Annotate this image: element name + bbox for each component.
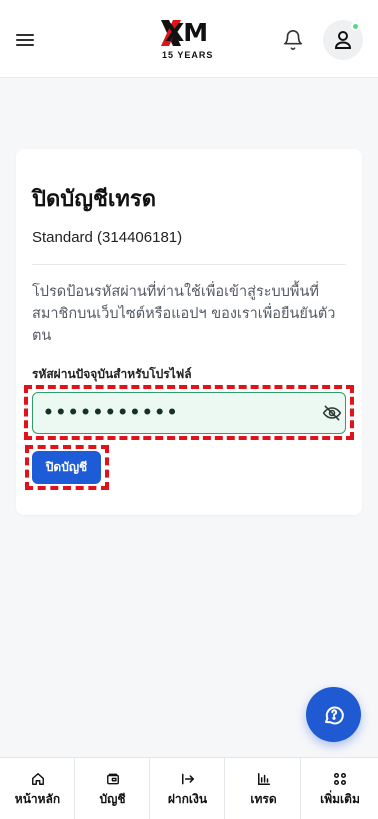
eye-off-icon[interactable] — [322, 403, 342, 423]
logo-text: XM — [165, 18, 208, 47]
password-input[interactable] — [43, 393, 313, 432]
nav-home-label: หน้าหลัก — [14, 792, 61, 806]
nav-deposit[interactable]: ฝากเงิน — [150, 758, 225, 819]
deposit-arrow-icon — [150, 771, 225, 787]
account-info: Standard (314406181) — [32, 229, 183, 246]
nav-accounts[interactable]: บัญชี — [75, 758, 150, 819]
instruction-text: โปรดป้อนรหัสผ่านที่ท่านใช้เพื่อเข้าสู่ระ… — [32, 284, 336, 344]
xm-logo[interactable]: XM 15 YEARS — [161, 20, 219, 62]
wallet-icon — [75, 771, 150, 787]
home-icon — [0, 771, 75, 787]
page-title: ปิดบัญชีเทรด — [32, 187, 157, 212]
nav-more[interactable]: เพิ่มเติม — [302, 758, 378, 819]
divider — [32, 264, 346, 265]
password-field[interactable] — [32, 392, 346, 434]
bell-icon[interactable] — [282, 29, 304, 51]
logo-subtitle: 15 YEARS — [162, 50, 214, 60]
bottom-navigation: หน้าหลัก บัญชี ฝากเงิน เทรด เพิ่มเติม — [0, 757, 378, 819]
more-grid-icon — [302, 771, 378, 787]
nav-trade[interactable]: เทรด — [226, 758, 301, 819]
menu-icon[interactable] — [16, 31, 38, 49]
nav-deposit-label: ฝากเงิน — [167, 792, 208, 806]
top-header: XM 15 YEARS — [0, 0, 378, 78]
password-label: รหัสผ่านปัจจุบันสำหรับโปรไฟล์ — [32, 367, 192, 381]
nav-accounts-label: บัญชี — [99, 792, 126, 806]
nav-home[interactable]: หน้าหลัก — [0, 758, 75, 819]
close-account-button[interactable]: ปิดบัญชี — [32, 451, 101, 484]
close-account-card: ปิดบัญชีเทรด Standard (314406181) โปรดป้… — [16, 149, 362, 515]
nav-trade-label: เทรด — [250, 792, 277, 806]
chart-icon — [226, 771, 301, 787]
nav-more-label: เพิ่มเติม — [320, 792, 360, 806]
online-status-dot — [351, 22, 360, 31]
chat-help-icon[interactable] — [306, 687, 361, 742]
